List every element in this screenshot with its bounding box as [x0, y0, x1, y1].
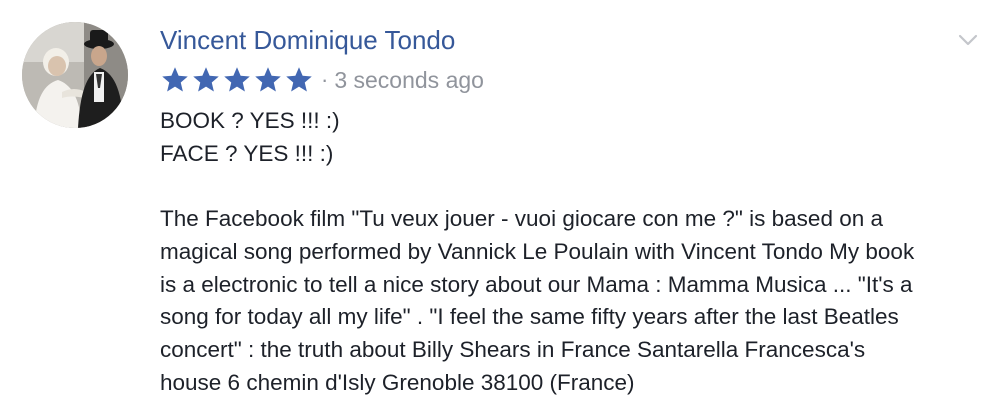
rating-row: · 3 seconds ago — [160, 63, 484, 97]
review-text: BOOK ? YES !!! :) FACE ? YES !!! :) The … — [160, 105, 980, 399]
review-line: song for today all my life" . "I feel th… — [160, 304, 899, 330]
star-icon — [191, 65, 221, 95]
profile-photo — [22, 22, 128, 128]
star-rating — [160, 65, 315, 95]
review-line: house 6 chemin d'Isly Grenoble 38100 (Fr… — [160, 369, 635, 395]
star-icon — [222, 65, 252, 95]
review-line: FACE ? YES !!! :) — [160, 140, 334, 166]
meta-separator: · — [321, 67, 329, 92]
review-line: concert" : the truth about Billy Shears … — [160, 336, 866, 362]
star-icon — [160, 65, 190, 95]
review-line: magical song performed by Vannick Le Pou… — [160, 238, 915, 264]
star-icon — [253, 65, 283, 95]
star-icon — [284, 65, 314, 95]
chevron-down-icon — [958, 34, 978, 46]
review-line: is a electronic to tell a nice story abo… — [160, 271, 913, 297]
review-line: The Facebook film "Tu veux jouer - vuoi … — [160, 206, 883, 232]
options-menu-button[interactable] — [956, 30, 980, 50]
avatar[interactable] — [22, 22, 128, 128]
review-line: BOOK ? YES !!! :) — [160, 108, 340, 133]
review-card: Vincent Dominique Tondo · 3 seconds ago … — [0, 0, 997, 413]
author-name[interactable]: Vincent Dominique Tondo — [160, 24, 455, 56]
timestamp-link[interactable]: 3 seconds ago — [334, 67, 484, 94]
